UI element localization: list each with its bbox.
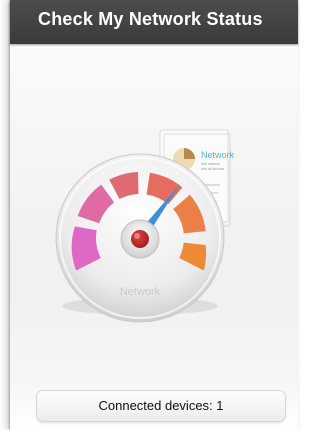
speedometer-icon: Network — [55, 153, 225, 323]
card-line-2: Info all devices — [201, 167, 224, 171]
title-bar: Check My Network Status — [10, 0, 298, 44]
gauge-label: Network — [120, 286, 161, 298]
card-title: Network — [201, 150, 235, 160]
connected-devices-bar: Connected devices: 1 — [37, 391, 285, 421]
card-line-1: Info network — [201, 162, 220, 166]
network-illustration: Network Info network Info all devices Ne… — [55, 129, 235, 323]
page-title: Check My Network Status — [38, 9, 263, 29]
connected-devices-label: Connected devices: 1 — [98, 398, 224, 413]
